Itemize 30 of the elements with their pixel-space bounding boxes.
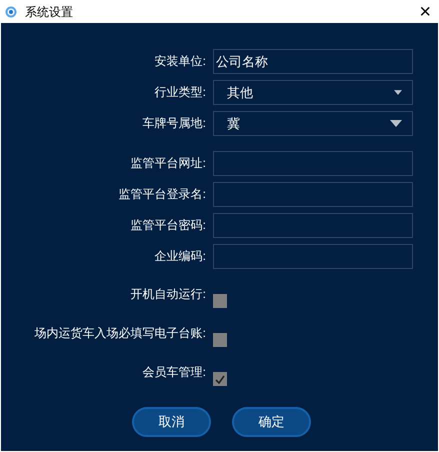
field-label: 监管平台登录名: xyxy=(118,186,206,203)
confirm-button[interactable]: 确定 xyxy=(232,407,311,437)
field-label: 开机自动运行: xyxy=(130,286,206,303)
cancel-button[interactable]: 取消 xyxy=(132,407,211,437)
checkbox[interactable] xyxy=(213,333,227,347)
close-button[interactable]: × xyxy=(419,2,431,22)
field-label: 行业类型: xyxy=(154,84,206,101)
field-label: 监管平台网址: xyxy=(130,155,206,172)
field-label: 安装单位: xyxy=(154,53,206,70)
text-field[interactable] xyxy=(213,182,413,207)
dropdown-value: 其他 xyxy=(227,84,253,102)
field-label: 企业编码: xyxy=(154,248,206,265)
field-label: 监管平台密码: xyxy=(130,217,206,234)
field-label: 会员车管理: xyxy=(142,364,206,381)
field-label: 车牌号属地: xyxy=(142,115,206,132)
text-field[interactable]: 公司名称 xyxy=(213,49,413,74)
checkmark-icon xyxy=(215,374,225,384)
checkbox[interactable] xyxy=(213,294,227,308)
text-field[interactable] xyxy=(213,213,413,238)
window-title: 系统设置 xyxy=(25,4,73,20)
dropdown-value: 冀 xyxy=(227,114,240,133)
text-field[interactable] xyxy=(213,244,413,269)
dropdown-field[interactable]: 其他 xyxy=(213,80,413,105)
text-field[interactable] xyxy=(213,151,413,176)
field-label: 场内运货车入场必填写电子台账: xyxy=(34,325,206,342)
checkbox[interactable] xyxy=(213,372,227,386)
app-logo-icon xyxy=(5,6,17,18)
dropdown-arrow-icon xyxy=(394,90,402,95)
dropdown-field[interactable]: 冀 xyxy=(213,111,413,136)
dropdown-arrow-icon xyxy=(390,120,402,127)
